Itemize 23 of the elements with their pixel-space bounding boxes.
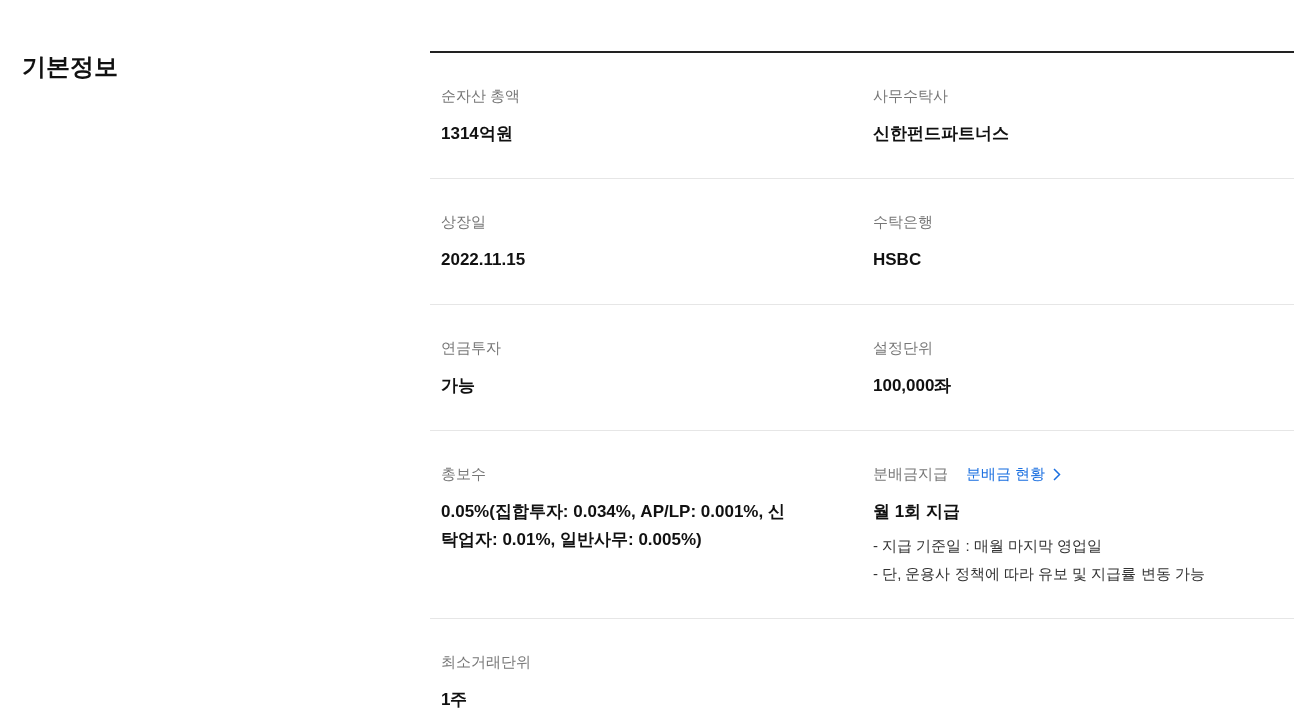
field-label: 최소거래단위 xyxy=(441,652,531,672)
field-value: 2022.11.15 xyxy=(441,249,527,271)
field-label: 설정단위 xyxy=(873,338,933,358)
field-label: 총보수 xyxy=(441,464,486,484)
link[interactable]: 분배금 현황 xyxy=(966,464,1062,484)
chevron-right-icon xyxy=(1053,467,1062,481)
field-value: HSBC xyxy=(873,249,923,271)
field-value: 신한펀드파트너스 xyxy=(873,123,1010,145)
field-value: 가능 xyxy=(441,375,476,397)
field-label: 분배금지급 xyxy=(873,464,948,484)
field-label: 연금투자 xyxy=(441,338,501,358)
section-title: 기본정보 xyxy=(22,52,119,82)
field-value: 월 1회 지급 xyxy=(873,501,961,523)
field-label: 상장일 xyxy=(441,212,486,232)
field-label: 수탁은행 xyxy=(873,212,933,232)
field-value: 1314억원 xyxy=(441,123,514,145)
note-text: - 단, 운용사 정책에 따라 유보 및 지급률 변동 가능 xyxy=(873,564,1206,584)
field-value: 1주 xyxy=(441,689,469,711)
field-label: 사무수탁사 xyxy=(873,86,948,106)
note-text: - 지급 기준일 : 매월 마지막 영업일 xyxy=(873,536,1104,556)
field-value: 0.05%(집합투자: 0.034%, AP/LP: 0.001%, 신탁업자: 0.01%, 일반사무: 0.005%) xyxy=(441,501,786,551)
field-value: 100,000좌 xyxy=(873,375,953,397)
field-label: 순자산 총액 xyxy=(441,86,521,106)
